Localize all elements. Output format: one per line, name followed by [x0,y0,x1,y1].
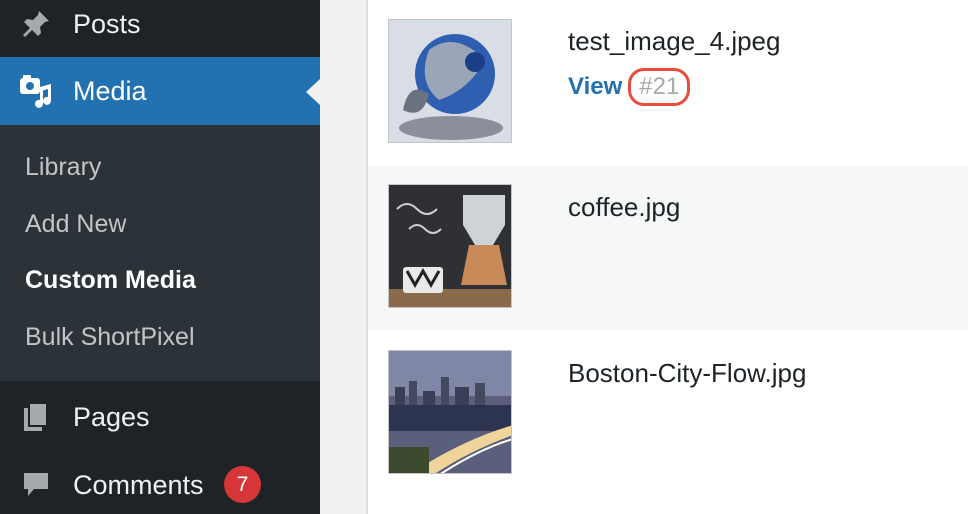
main-content: test_image_4.jpeg View #21 coffee.jpg Bo… [320,0,968,514]
menu-item-media[interactable]: Media [0,57,320,125]
media-filename[interactable]: Boston-City-Flow.jpg [568,358,806,389]
pages-icon [18,399,54,435]
comment-icon [18,467,54,503]
submenu-bulk-shortpixel[interactable]: Bulk ShortPixel [25,323,195,352]
media-row: test_image_4.jpeg View #21 [368,0,968,164]
menu-label-media: Media [73,75,147,106]
submenu-custom-media[interactable]: Custom Media [25,266,196,295]
media-row: coffee.jpg [368,166,968,330]
media-thumbnail[interactable] [388,184,512,308]
media-filename[interactable]: coffee.jpg [568,192,680,223]
media-thumbnail[interactable] [388,19,512,143]
view-link[interactable]: View [568,73,622,101]
media-submenu: Library Add New Custom Media Bulk ShortP… [0,125,320,381]
media-id-highlight: #21 [628,68,691,106]
row-actions: View #21 [568,68,691,106]
pin-icon [18,6,54,42]
comments-count-badge: 7 [224,466,261,503]
submenu-library[interactable]: Library [25,153,101,182]
menu-label-posts: Posts [73,8,141,39]
media-filename[interactable]: test_image_4.jpeg [568,26,780,57]
media-list-table: test_image_4.jpeg View #21 coffee.jpg Bo… [366,0,968,514]
submenu-add-new[interactable]: Add New [25,210,126,239]
menu-label-comments: Comments [73,469,204,500]
admin-sidebar: Posts Media Library Add New Custom Media… [0,0,320,514]
media-thumbnail[interactable] [388,350,512,474]
media-row: Boston-City-Flow.jpg [368,332,968,496]
media-icon [18,73,54,109]
menu-item-pages[interactable]: Pages [0,390,320,444]
menu-item-posts[interactable]: Posts [0,0,320,48]
menu-item-comments[interactable]: Comments 7 [0,458,320,512]
menu-label-pages: Pages [73,401,150,432]
